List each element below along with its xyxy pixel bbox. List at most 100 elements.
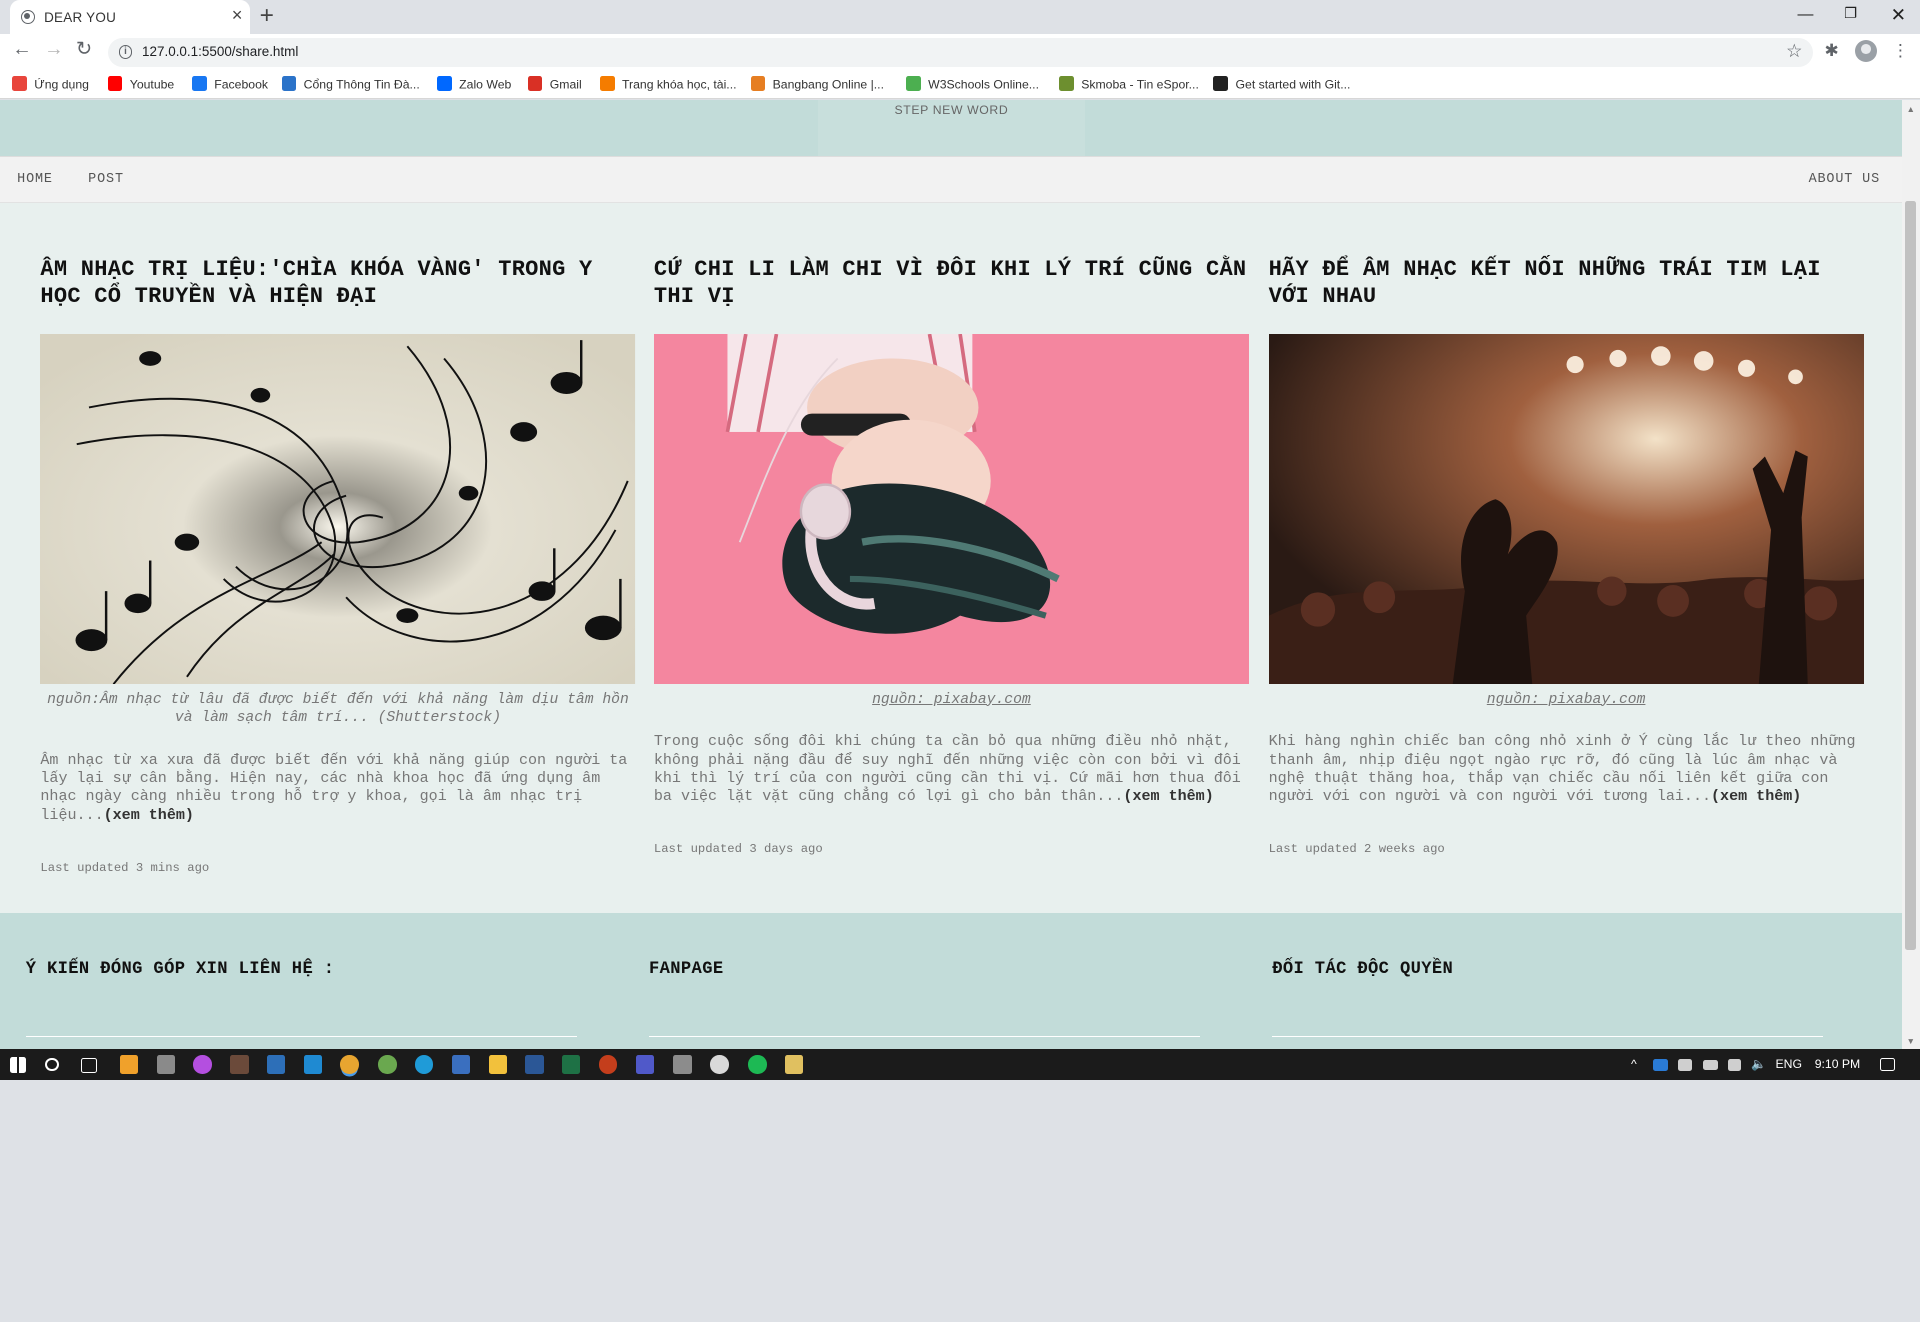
image-caption-link[interactable]: nguồn: pixabay.com xyxy=(654,691,1249,709)
bookmark-star-icon[interactable]: ☆ xyxy=(1786,40,1802,62)
post-excerpt: Trong cuộc sống đôi khi chúng ta cần bỏ … xyxy=(654,732,1249,823)
taskbar-app-icon[interactable] xyxy=(378,1055,397,1074)
close-tab-icon[interactable]: × xyxy=(232,5,243,24)
taskbar-app-icon[interactable] xyxy=(230,1055,249,1074)
reload-icon[interactable]: ↻ xyxy=(76,40,92,60)
edge-icon[interactable] xyxy=(415,1055,434,1074)
bookmark-item[interactable]: Youtube xyxy=(107,75,174,91)
footer-contact-heading: Ý KIẾN ĐÓNG GÓP XIN LIÊN HỆ : xyxy=(25,959,335,979)
bookmark-label: Bangbang Online |... xyxy=(772,77,884,92)
bookmark-label: Trang khóa học, tài... xyxy=(622,77,737,92)
cloud-icon[interactable] xyxy=(1677,1059,1693,1072)
read-more-link[interactable]: (xem thêm) xyxy=(1711,787,1801,805)
footer-fanpage-column: FANPAGE xyxy=(648,960,1200,1038)
bookmark-item[interactable]: Gmail xyxy=(527,75,582,92)
chrome-icon[interactable] xyxy=(340,1055,359,1074)
windows-start-icon[interactable] xyxy=(9,1056,26,1073)
post-title[interactable]: ÂM NHẠC TRỊ LIỆU:'CHÌA KHÓA VÀNG' TRONG … xyxy=(40,257,635,311)
browser-tab[interactable]: DEAR YOU × xyxy=(9,0,250,35)
nav-about-link[interactable]: ABOUT US xyxy=(1809,172,1880,187)
calculator-icon[interactable] xyxy=(673,1055,692,1074)
bookmark-item[interactable]: Skmoba - Tin eSpor... xyxy=(1059,75,1199,92)
footer-partner-heading: ĐỐI TÁC ĐỘC QUYỀN xyxy=(1272,959,1454,979)
last-updated: Last updated 2 weeks ago xyxy=(1268,842,1445,857)
bookmark-item[interactable]: Get started with Git... xyxy=(1213,75,1350,91)
teams-icon[interactable] xyxy=(635,1055,654,1074)
facebook-icon xyxy=(192,75,207,91)
post-card: HÃY ĐỂ ÂM NHẠC KẾT NỐI NHỮNG TRÁI TIM LẠ… xyxy=(1268,257,1864,857)
post-image-music-notes[interactable] xyxy=(40,334,636,685)
footer-divider xyxy=(648,1035,1200,1038)
bookmark-item[interactable]: Zalo Web xyxy=(437,75,512,92)
bookmark-item[interactable]: Trang khóa học, tài... xyxy=(600,75,737,92)
notifications-icon[interactable] xyxy=(1879,1057,1896,1072)
url-text[interactable]: 127.0.0.1:5500/share.html xyxy=(142,44,298,59)
forward-icon[interactable]: → xyxy=(44,40,64,60)
bookmark-item[interactable]: Ứng dụng xyxy=(12,75,89,92)
site-logo[interactable]: STEP NEW WORD xyxy=(817,100,1085,156)
new-tab-icon[interactable]: + xyxy=(260,2,274,30)
page-scrollbar[interactable]: ▲ ▼ xyxy=(1901,100,1920,1050)
taskbar-app-icon[interactable] xyxy=(156,1055,176,1074)
bookmark-item[interactable]: Bangbang Online |... xyxy=(750,75,884,92)
word-icon[interactable] xyxy=(525,1055,544,1074)
bangbang-icon xyxy=(750,75,766,91)
read-more-link[interactable]: (xem thêm) xyxy=(104,806,194,824)
taskbar-app-icon[interactable] xyxy=(710,1055,729,1074)
scroll-up-arrow-icon[interactable]: ▲ xyxy=(1907,104,1915,114)
site-info-icon[interactable]: i xyxy=(118,45,133,59)
bookmark-item[interactable]: W3Schools Online... xyxy=(906,75,1039,91)
read-more-link[interactable]: (xem thêm) xyxy=(1123,787,1213,805)
onedrive-icon[interactable] xyxy=(1653,1059,1668,1072)
menu-kebab-icon[interactable]: ⋮ xyxy=(1892,40,1909,61)
volume-icon[interactable]: 🔈 xyxy=(1751,1057,1766,1071)
portal-icon xyxy=(281,75,297,91)
close-window-icon[interactable]: ✕ xyxy=(1891,4,1906,26)
skmoba-icon xyxy=(1059,75,1074,91)
windows-taskbar: ^ 🔈 ENG 9:10 PM xyxy=(0,1049,1920,1080)
scroll-down-arrow-icon[interactable]: ▼ xyxy=(1907,1036,1915,1046)
bookmark-label: Skmoba - Tin eSpor... xyxy=(1081,77,1199,92)
bookmark-label: Gmail xyxy=(549,77,582,92)
task-view-icon[interactable] xyxy=(80,1057,97,1073)
messenger-icon[interactable] xyxy=(193,1055,212,1074)
footer-divider xyxy=(1272,1035,1824,1038)
minimize-icon[interactable]: — xyxy=(1798,6,1814,24)
tray-chevron-icon[interactable]: ^ xyxy=(1631,1057,1637,1071)
taskbar-app-icon[interactable] xyxy=(120,1055,139,1074)
taskbar-app-icon[interactable] xyxy=(266,1055,286,1074)
image-caption-link[interactable]: nguồn: pixabay.com xyxy=(1269,691,1864,709)
taskbar-app-icon[interactable] xyxy=(784,1055,804,1074)
spotify-icon[interactable] xyxy=(748,1055,767,1074)
vscode-icon[interactable] xyxy=(303,1055,323,1074)
post-image-girl-headphones[interactable] xyxy=(653,334,1249,685)
back-icon[interactable]: ← xyxy=(12,40,32,60)
battery-icon[interactable] xyxy=(1703,1060,1718,1071)
bookmark-item[interactable]: Cổng Thông Tin Đà... xyxy=(281,75,420,91)
bookmark-label: Zalo Web xyxy=(459,77,512,92)
address-bar[interactable]: i 127.0.0.1:5500/share.html ☆ xyxy=(107,37,1814,68)
nav-home-link[interactable]: HOME xyxy=(17,172,53,187)
clock-time[interactable]: 9:10 PM xyxy=(1815,1057,1861,1071)
restore-icon[interactable]: ❐ xyxy=(1844,5,1857,22)
powerpoint-icon[interactable] xyxy=(598,1055,618,1074)
post-image-concert-crowd[interactable] xyxy=(1268,334,1864,685)
extensions-puzzle-icon[interactable]: ✱ xyxy=(1824,40,1838,61)
bookmark-label: Ứng dụng xyxy=(34,77,89,92)
bookmark-item[interactable]: Facebook xyxy=(192,75,268,91)
last-updated: Last updated 3 mins ago xyxy=(40,860,210,875)
last-updated: Last updated 3 days ago xyxy=(653,842,823,857)
file-explorer-icon[interactable] xyxy=(488,1055,507,1074)
post-title[interactable]: HÃY ĐỂ ÂM NHẠC KẾT NỐI NHỮNG TRÁI TIM LẠ… xyxy=(1269,257,1864,311)
taskbar-app-icon[interactable] xyxy=(451,1055,471,1074)
input-language[interactable]: ENG xyxy=(1776,1057,1803,1071)
post-title[interactable]: CỨ CHI LI LÀM CHI VÌ ĐÔI KHI LÝ TRÍ CŨNG… xyxy=(654,257,1249,311)
scrollbar-thumb[interactable] xyxy=(1905,200,1917,951)
nav-post-link[interactable]: POST xyxy=(88,172,124,187)
search-icon[interactable] xyxy=(45,1057,59,1072)
network-icon[interactable] xyxy=(1727,1059,1742,1072)
excel-icon[interactable] xyxy=(562,1055,581,1074)
image-caption: nguồn:Âm nhạc từ lâu đã được biết đến vớ… xyxy=(47,691,629,726)
post-card: CỨ CHI LI LÀM CHI VÌ ĐÔI KHI LÝ TRÍ CŨNG… xyxy=(653,257,1249,857)
site-header: STEP NEW WORD xyxy=(0,100,1902,156)
